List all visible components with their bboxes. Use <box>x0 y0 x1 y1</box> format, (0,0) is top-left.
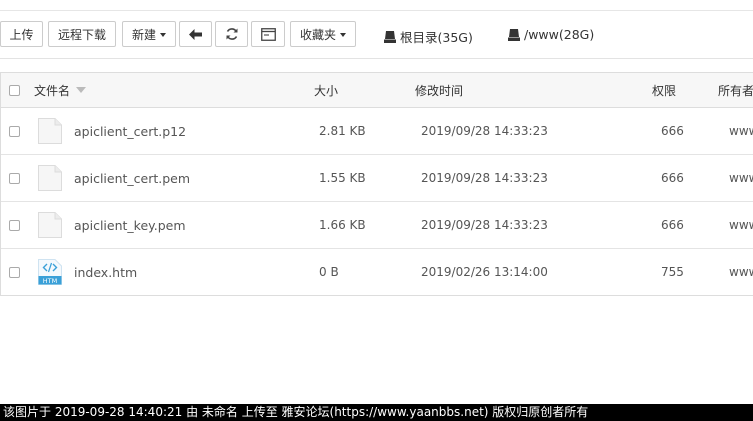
disk-www-label: /www(28G) <box>524 27 595 42</box>
favorites-label: 收藏夹 <box>299 27 336 42</box>
header-owner-label: 所有者 <box>718 83 753 98</box>
file-name[interactable]: apiclient_cert.pem <box>74 155 190 201</box>
file-icon <box>38 165 62 191</box>
disk-root-label: 根目录(35G) <box>400 30 473 45</box>
toolbar: 上传 远程下载 新建 收藏夹 根目录(35G) /www(28G) <box>0 21 753 49</box>
file-owner[interactable]: www <box>729 202 753 248</box>
header-size[interactable]: 大小 <box>314 73 338 107</box>
file-owner[interactable]: www <box>729 249 753 295</box>
footer-text: 该图片于 2019-09-28 14:40:21 由 未命名 上传至 雅安论坛(… <box>3 405 589 419</box>
file-owner[interactable]: www <box>729 155 753 201</box>
new-label: 新建 <box>131 27 156 42</box>
file-size: 1.66 KB <box>319 218 366 232</box>
htm-file-icon: HTM <box>38 259 62 285</box>
header-size-label: 大小 <box>314 83 339 98</box>
file-name[interactable]: apiclient_cert.p12 <box>74 108 186 154</box>
file-permission[interactable]: 755 <box>661 249 684 295</box>
file-permission[interactable]: 666 <box>661 202 684 248</box>
refresh-icon <box>226 28 237 40</box>
row-checkbox[interactable] <box>9 108 20 154</box>
file-permission[interactable]: 666 <box>661 155 684 201</box>
disk-icon <box>384 30 396 43</box>
upload-label: 上传 <box>9 27 34 42</box>
file-table: 文件名 大小 修改时间 权限 所有者 apiclient_cert.p12 2.… <box>0 72 753 296</box>
file-modified: 2019/02/26 13:14:00 <box>421 265 548 279</box>
header-owner[interactable]: 所有者 <box>718 73 753 107</box>
remote-download-button[interactable]: 远程下载 <box>48 21 116 47</box>
htm-icon-label: HTM <box>43 277 57 285</box>
disk-root[interactable]: 根目录(35G) <box>384 27 473 46</box>
file-modified: 2019/09/28 14:33:23 <box>421 124 548 138</box>
file-modified: 2019/09/28 14:33:23 <box>421 171 548 185</box>
refresh-button[interactable] <box>215 21 248 47</box>
file-icon <box>38 118 62 144</box>
upload-button[interactable]: 上传 <box>0 21 43 47</box>
table-row[interactable]: HTM index.htm 0 B 2019/02/26 13:14:00 75… <box>1 249 753 295</box>
table-row[interactable]: apiclient_cert.pem 1.55 KB 2019/09/28 14… <box>1 155 753 202</box>
terminal-icon <box>260 27 276 41</box>
header-permission-label: 权限 <box>652 83 677 98</box>
header-modified-label: 修改时间 <box>415 83 464 98</box>
disk-www[interactable]: /www(28G) <box>508 27 594 42</box>
header-name-label: 文件名 <box>34 83 71 98</box>
toolbar-divider <box>0 58 753 59</box>
header-name[interactable]: 文件名 <box>34 73 87 107</box>
file-name[interactable]: index.htm <box>74 249 137 295</box>
select-all-checkbox[interactable] <box>9 73 20 107</box>
terminal-button[interactable] <box>251 21 285 47</box>
sort-down-icon <box>76 87 87 93</box>
watermark-footer: 该图片于 2019-09-28 14:40:21 由 未命名 上传至 雅安论坛(… <box>0 404 753 421</box>
file-permission[interactable]: 666 <box>661 108 684 154</box>
file-owner[interactable]: www <box>729 108 753 154</box>
remote-download-label: 远程下载 <box>57 27 106 42</box>
top-divider <box>0 10 753 11</box>
arrow-left-icon <box>189 28 202 40</box>
row-checkbox[interactable] <box>9 249 20 295</box>
header-modified[interactable]: 修改时间 <box>415 73 463 107</box>
header-permission[interactable]: 权限 <box>652 73 676 107</box>
chevron-down-icon <box>160 33 166 37</box>
file-size: 1.55 KB <box>319 171 366 185</box>
table-row[interactable]: apiclient_key.pem 1.66 KB 2019/09/28 14:… <box>1 202 753 249</box>
file-size: 0 B <box>319 265 339 279</box>
table-header: 文件名 大小 修改时间 权限 所有者 <box>1 73 753 108</box>
back-button[interactable] <box>179 21 212 47</box>
row-checkbox[interactable] <box>9 202 20 248</box>
table-row[interactable]: apiclient_cert.p12 2.81 KB 2019/09/28 14… <box>1 108 753 155</box>
file-size: 2.81 KB <box>319 124 366 138</box>
chevron-down-icon <box>340 33 346 37</box>
new-dropdown-button[interactable]: 新建 <box>122 21 176 47</box>
row-checkbox[interactable] <box>9 155 20 201</box>
favorites-dropdown-button[interactable]: 收藏夹 <box>290 21 356 47</box>
file-name[interactable]: apiclient_key.pem <box>74 202 186 248</box>
file-modified: 2019/09/28 14:33:23 <box>421 218 548 232</box>
file-icon <box>38 212 62 238</box>
disk-icon <box>508 28 520 41</box>
